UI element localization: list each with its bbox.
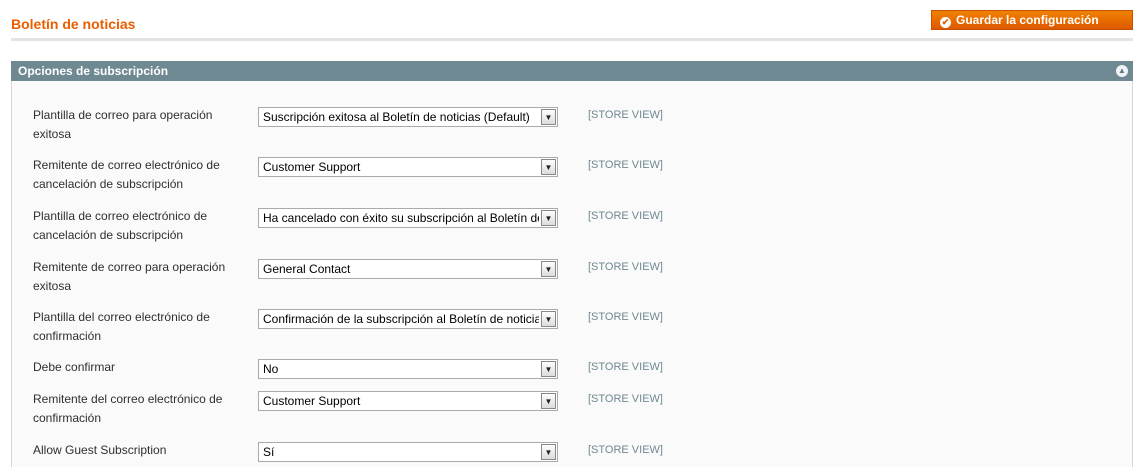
check-circle-icon: ✔ xyxy=(940,17,951,28)
section-header[interactable]: Opciones de subscripción ▲ xyxy=(11,61,1133,81)
row-label: Allow Guest Subscription xyxy=(33,443,167,457)
scope-label: [STORE VIEW] xyxy=(588,159,663,171)
caret-down-icon[interactable]: ▼ xyxy=(541,210,556,226)
scope-label: [STORE VIEW] xyxy=(588,109,663,121)
caret-down-icon[interactable]: ▼ xyxy=(541,444,556,460)
scope-label: [STORE VIEW] xyxy=(588,311,663,323)
select-value: Confirmación de la subscripción al Bolet… xyxy=(263,312,539,326)
save-config-button[interactable]: ✔ Guardar la configuración xyxy=(931,10,1133,30)
scope-label: [STORE VIEW] xyxy=(588,361,663,373)
select-value: Customer Support xyxy=(263,160,361,174)
confirmation-sender-select[interactable]: Customer Support ▼ xyxy=(258,391,558,411)
need-confirm-select[interactable]: No ▼ xyxy=(258,359,558,379)
select-value: Customer Support xyxy=(263,394,361,408)
confirmation-email-template-select[interactable]: Confirmación de la subscripción al Bolet… xyxy=(258,309,558,329)
select-value: Ha cancelado con éxito su subscripción a… xyxy=(263,211,539,225)
success-email-template-select[interactable]: Suscripción exitosa al Boletín de notici… xyxy=(258,107,558,127)
select-value: Suscripción exitosa al Boletín de notici… xyxy=(263,110,530,124)
caret-down-icon[interactable]: ▼ xyxy=(541,361,556,377)
caret-down-icon[interactable]: ▼ xyxy=(541,311,556,327)
row-label: Remitente de correo para operación exito… xyxy=(33,260,226,293)
select-value: General Contact xyxy=(263,262,351,276)
save-config-label: Guardar la configuración xyxy=(956,13,1099,27)
subscription-options-section: Opciones de subscripción ▲ Plantilla de … xyxy=(11,61,1133,467)
select-value: Sí xyxy=(263,445,275,459)
scope-label: [STORE VIEW] xyxy=(588,393,663,405)
row-label: Plantilla de correo para operación exito… xyxy=(33,108,213,141)
unsubscribe-email-template-select[interactable]: Ha cancelado con éxito su subscripción a… xyxy=(258,208,558,228)
scope-label: [STORE VIEW] xyxy=(588,261,663,273)
success-sender-select[interactable]: General Contact ▼ xyxy=(258,259,558,279)
caret-down-icon[interactable]: ▼ xyxy=(541,393,556,409)
select-value: No xyxy=(263,362,279,376)
row-label: Plantilla del correo electrónico de conf… xyxy=(33,310,210,343)
page-title: Boletín de noticias xyxy=(11,16,136,32)
unsubscribe-sender-select[interactable]: Customer Support ▼ xyxy=(258,157,558,177)
allow-guest-subscription-select[interactable]: Sí ▼ xyxy=(258,442,558,462)
section-title: Opciones de subscripción xyxy=(18,64,169,78)
row-label: Debe confirmar xyxy=(33,360,116,374)
title-divider xyxy=(11,38,1133,41)
caret-down-icon[interactable]: ▼ xyxy=(541,109,556,125)
scope-label: [STORE VIEW] xyxy=(588,444,663,456)
row-label: Plantilla de correo electrónico de cance… xyxy=(33,209,208,242)
row-label: Remitente del correo electrónico de conf… xyxy=(33,392,223,425)
row-label: Remitente de correo electrónico de cance… xyxy=(33,158,220,191)
collapse-icon[interactable]: ▲ xyxy=(1116,65,1128,77)
caret-down-icon[interactable]: ▼ xyxy=(541,159,556,175)
caret-down-icon[interactable]: ▼ xyxy=(541,261,556,277)
scope-label: [STORE VIEW] xyxy=(588,210,663,222)
